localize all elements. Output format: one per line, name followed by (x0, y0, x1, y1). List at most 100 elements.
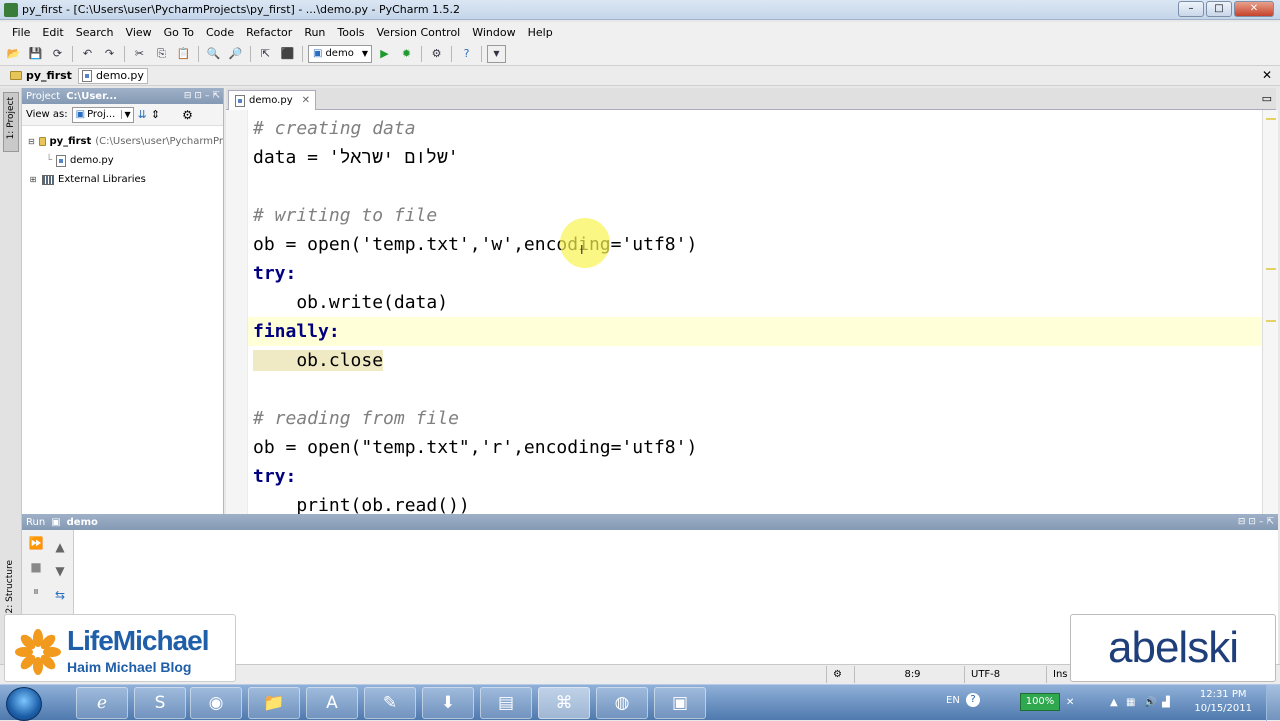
side-tab-structure[interactable]: 2: Structure (3, 558, 19, 620)
close-icon[interactable]: ✕ (1262, 68, 1272, 82)
tab-demo-py[interactable]: demo.py ✕ (228, 90, 316, 110)
minimize-panel-icon[interactable]: – (205, 91, 210, 101)
close-tab-icon[interactable]: ✕ (302, 95, 315, 106)
scroll-down-icon[interactable]: ▼ (52, 564, 68, 578)
menu-window[interactable]: Window (466, 26, 521, 39)
menu-go-to[interactable]: Go To (158, 26, 200, 39)
forward-icon[interactable]: ⬛ (278, 45, 297, 63)
collapse-all-icon[interactable]: ⇕ (151, 108, 160, 121)
menu-view[interactable]: View (120, 26, 158, 39)
zoom-indicator[interactable]: 100% (1020, 693, 1060, 711)
back-icon[interactable]: ⇱ (256, 45, 275, 63)
taskbar-office-icon[interactable]: ▤ (480, 687, 532, 719)
tree-item-py-first[interactable]: ⊟ py_first (C:\Users\user\PycharmPr (22, 132, 223, 151)
scroll-up-icon[interactable]: ▲ (52, 540, 68, 554)
collapse-icon[interactable]: ⊟ (184, 91, 192, 101)
rerun-icon[interactable]: ⏩ (28, 536, 44, 550)
code-editor[interactable]: # creating data data = 'שלום ישראל' # wr… (248, 110, 1262, 514)
run-icon[interactable]: ▶ (375, 45, 394, 63)
scroll-from-source-icon[interactable]: ⇊ (138, 108, 147, 121)
menu-help[interactable]: Help (522, 26, 559, 39)
view-as-select[interactable]: ▣ Proj... ▼ (71, 106, 134, 123)
volume-icon[interactable]: 🔊 (1144, 697, 1156, 708)
gear-icon[interactable]: ⚙ (182, 108, 193, 122)
debug-icon[interactable]: ✹ (397, 45, 416, 63)
menu-file[interactable]: File (6, 26, 36, 39)
taskbar-acrobat-icon[interactable]: A (306, 687, 358, 719)
warning-marker[interactable] (1266, 268, 1276, 270)
taskbar-notepad-icon[interactable]: ✎ (364, 687, 416, 719)
soft-wrap-icon[interactable]: ⇆ (52, 588, 68, 602)
side-tab-project[interactable]: 1: Project (3, 92, 19, 152)
dropdown-icon[interactable]: ▼ (487, 44, 506, 63)
taskbar-firefox-icon[interactable]: ◍ (596, 687, 648, 719)
pin-icon[interactable]: ⊡ (194, 91, 202, 101)
close-tray-icon[interactable]: ✕ (1066, 697, 1074, 708)
warning-marker[interactable] (1266, 118, 1276, 120)
replace-icon[interactable]: 🔎 (226, 45, 245, 63)
taskbar-app-icon[interactable]: ▣ (654, 687, 706, 719)
project-panel: Project C:\User... ⊟ ⊡ – ⇱ View as: ▣ Pr… (22, 88, 224, 514)
menu-version-control[interactable]: Version Control (371, 26, 467, 39)
tabs-menu-icon[interactable]: ▭ (1262, 92, 1272, 105)
editor-error-stripe[interactable] (1262, 110, 1278, 514)
warning-marker[interactable] (1266, 320, 1276, 322)
taskbar-chrome-icon[interactable]: ◉ (190, 687, 242, 719)
redo-icon[interactable]: ↷ (100, 45, 119, 63)
find-icon[interactable]: 🔍 (204, 45, 223, 63)
float-icon[interactable]: ⇱ (1266, 517, 1274, 527)
tree-item-external-libraries[interactable]: ⊞ External Libraries (22, 170, 223, 189)
language-indicator[interactable]: EN (946, 695, 960, 706)
project-panel-header: Project C:\User... ⊟ ⊡ – ⇱ (22, 88, 223, 104)
menu-tools[interactable]: Tools (331, 26, 370, 39)
help-tray-icon[interactable]: ? (966, 693, 980, 707)
menu-edit[interactable]: Edit (36, 26, 69, 39)
keyword-text: finally: (253, 321, 340, 342)
menu-code[interactable]: Code (200, 26, 240, 39)
settings-icon[interactable]: ⚙ (427, 45, 446, 63)
expand-toggle-icon[interactable]: ⊞ (28, 175, 38, 184)
status-settings-icon[interactable]: ⚙ (826, 666, 854, 683)
stop-icon[interactable]: ■ (28, 560, 44, 574)
network-icon[interactable]: ▦ (1126, 697, 1135, 708)
breadcrumb-file[interactable]: demo.py (77, 67, 148, 84)
breadcrumb-project[interactable]: py_first (10, 69, 72, 82)
copy-icon[interactable]: ⎘ (152, 45, 171, 63)
taskbar-skype-icon[interactable]: S (134, 687, 186, 719)
taskbar-explorer-icon[interactable]: 📁 (248, 687, 300, 719)
run-config-dropdown[interactable]: ▣ demo ▼ (308, 44, 372, 63)
run-config-label: demo (66, 516, 98, 528)
start-button[interactable] (6, 687, 42, 721)
cut-icon[interactable]: ✂ (130, 45, 149, 63)
tree-item-demo-py[interactable]: └ demo.py (22, 151, 223, 170)
show-hidden-icons[interactable]: ▲ (1110, 697, 1118, 708)
paste-icon[interactable]: 📋 (174, 45, 193, 63)
float-icon[interactable]: ⇱ (212, 91, 220, 101)
save-icon[interactable]: 💾 (26, 45, 45, 63)
collapse-toggle-icon[interactable]: ⊟ (28, 137, 35, 146)
sync-icon[interactable]: ⟳ (48, 45, 67, 63)
maximize-button[interactable]: □ (1206, 1, 1232, 17)
menu-refactor[interactable]: Refactor (240, 26, 298, 39)
python-file-icon (235, 94, 245, 107)
file-encoding[interactable]: UTF-8 (964, 666, 1046, 683)
taskbar-download-icon[interactable]: ⬇ (422, 687, 474, 719)
help-icon[interactable]: ? (457, 45, 476, 63)
menu-run[interactable]: Run (298, 26, 331, 39)
open-icon[interactable]: 📂 (4, 45, 23, 63)
minimize-panel-icon[interactable]: – (1259, 517, 1264, 527)
undo-icon[interactable]: ↶ (78, 45, 97, 63)
clock[interactable]: 12:31 PM 10/15/2011 (1194, 688, 1252, 716)
flower-logo-icon (15, 629, 61, 675)
pin-icon[interactable]: ⊟ (1238, 517, 1246, 527)
caret-position[interactable]: 8:9 (854, 666, 964, 683)
menu-search[interactable]: Search (70, 26, 120, 39)
show-desktop-button[interactable] (1266, 685, 1280, 721)
minimize-button[interactable]: – (1178, 1, 1204, 17)
restore-icon[interactable]: ⊡ (1248, 517, 1256, 527)
signal-icon[interactable]: ▟ (1162, 697, 1170, 708)
close-window-button[interactable]: ✕ (1234, 1, 1274, 17)
taskbar-pycharm-icon[interactable]: ⌘ (538, 687, 590, 719)
pause-icon[interactable]: ⏸ (28, 584, 44, 598)
taskbar-ie-icon[interactable]: ℯ (76, 687, 128, 719)
